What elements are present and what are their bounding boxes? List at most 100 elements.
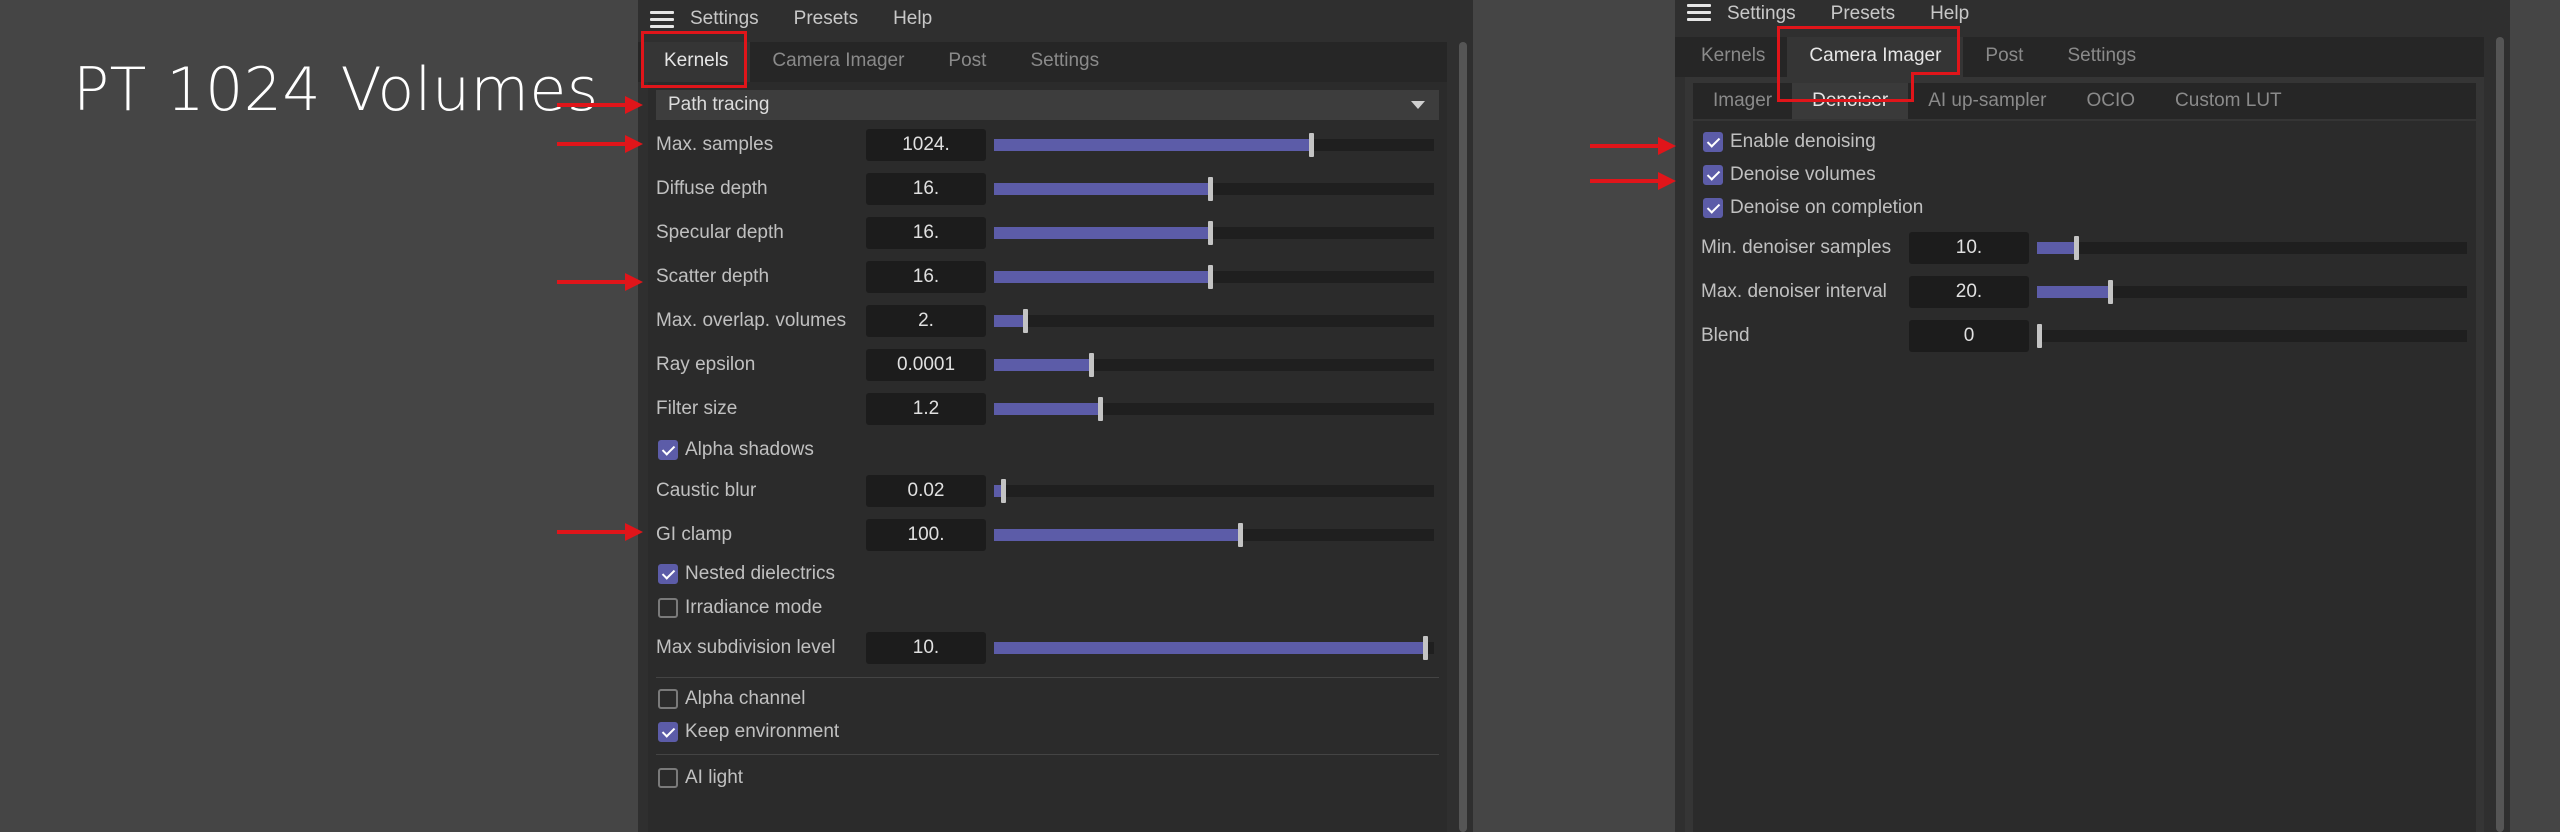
denoise-on-completion-row[interactable]: Denoise on completion — [1693, 191, 2476, 224]
blend-slider[interactable] — [2037, 324, 2467, 348]
specular-depth-slider[interactable] — [994, 221, 1434, 245]
caustic-blur-label: Caustic blur — [656, 480, 757, 501]
keep-environment-row[interactable]: Keep environment — [648, 715, 1447, 748]
nested-dielectrics-checkbox[interactable] — [658, 564, 678, 584]
min-denoiser-samples-value-field[interactable]: 10. — [1909, 232, 2029, 264]
render-settings-panel-camera-imager: Settings Presets Help Kernels Camera Ima… — [1675, 0, 2510, 832]
slider-fill — [2037, 242, 2076, 254]
filter-size-value-field[interactable]: 1.2 — [866, 393, 986, 425]
max-denoiser-interval-value-field[interactable]: 20. — [1909, 276, 2029, 308]
denoise-volumes-row[interactable]: Denoise volumes — [1693, 158, 2476, 191]
subtab-custom-lut[interactable]: Custom LUT — [2155, 83, 2302, 119]
keep-environment-label: Keep environment — [685, 720, 840, 742]
hamburger-menu-icon[interactable] — [650, 9, 674, 29]
slider-handle[interactable] — [1309, 133, 1314, 157]
gi-clamp-value-field[interactable]: 100. — [866, 519, 986, 551]
menu-settings[interactable]: Settings — [1727, 3, 1796, 25]
slider-fill — [994, 403, 1100, 415]
irradiance-mode-row[interactable]: Irradiance mode — [648, 591, 1447, 625]
menu-presets[interactable]: Presets — [794, 8, 858, 30]
menu-bar: Settings Presets Help — [1675, 0, 2510, 28]
specular-depth-label: Specular depth — [656, 222, 784, 243]
max-samples-slider[interactable] — [994, 133, 1434, 157]
tab-settings[interactable]: Settings — [1008, 42, 1121, 82]
slider-handle[interactable] — [1238, 523, 1243, 547]
diffuse-depth-slider[interactable] — [994, 177, 1434, 201]
denoise-on-completion-checkbox[interactable] — [1703, 197, 1723, 218]
overlay-title: PT 1024 Volumes — [73, 55, 599, 125]
enable-denoising-checkbox[interactable] — [1703, 131, 1723, 152]
scatter-depth-row: Scatter depth 16. — [648, 255, 1447, 299]
slider-handle[interactable] — [1423, 636, 1428, 660]
slider-handle[interactable] — [1208, 177, 1213, 201]
max-samples-label: Max. samples — [656, 134, 774, 155]
tab-post[interactable]: Post — [926, 42, 1008, 82]
hamburger-menu-icon[interactable] — [1687, 2, 1711, 22]
filter-size-row: Filter size 1.2 — [648, 387, 1447, 431]
max-samples-value-field[interactable]: 1024. — [866, 129, 986, 161]
tab-settings[interactable]: Settings — [2045, 37, 2158, 77]
ai-light-row[interactable]: AI light — [648, 761, 1447, 795]
tab-post[interactable]: Post — [1963, 37, 2045, 77]
max-overlap-volumes-slider[interactable] — [994, 309, 1434, 333]
nested-dielectrics-label: Nested dielectrics — [685, 563, 835, 584]
slider-handle[interactable] — [1208, 221, 1213, 245]
alpha-shadows-checkbox[interactable] — [658, 440, 678, 460]
menu-settings[interactable]: Settings — [690, 8, 759, 30]
caustic-blur-value-field[interactable]: 0.02 — [866, 475, 986, 507]
slider-handle[interactable] — [2108, 280, 2113, 304]
max-denoiser-interval-slider[interactable] — [2037, 280, 2467, 304]
subtab-ocio[interactable]: OCIO — [2066, 83, 2155, 119]
min-denoiser-samples-slider[interactable] — [2037, 236, 2467, 260]
scrollbar[interactable] — [2496, 37, 2504, 832]
annotation-arrow — [557, 96, 643, 114]
scrollbar[interactable] — [1459, 42, 1467, 832]
slider-handle[interactable] — [2037, 324, 2042, 348]
slider-handle[interactable] — [1023, 309, 1028, 333]
diffuse-depth-row: Diffuse depth 16. — [648, 167, 1447, 211]
menu-help[interactable]: Help — [1930, 3, 1969, 25]
kernel-type-dropdown[interactable]: Path tracing — [656, 90, 1439, 120]
alpha-channel-checkbox[interactable] — [658, 688, 678, 709]
keep-environment-checkbox[interactable] — [658, 721, 678, 742]
scatter-depth-slider[interactable] — [994, 265, 1434, 289]
denoise-volumes-checkbox[interactable] — [1703, 164, 1723, 185]
menu-presets[interactable]: Presets — [1831, 3, 1895, 25]
slider-handle[interactable] — [1089, 353, 1094, 377]
max-subdivision-level-slider[interactable] — [994, 636, 1434, 660]
highlight-camera-imager-tab — [1777, 99, 1914, 102]
alpha-shadows-row[interactable]: Alpha shadows — [648, 431, 1447, 469]
slider-handle[interactable] — [1208, 265, 1213, 289]
ray-epsilon-value-field[interactable]: 0.0001 — [866, 349, 986, 381]
max-overlap-volumes-value-field[interactable]: 2. — [866, 305, 986, 337]
menu-help[interactable]: Help — [893, 8, 932, 30]
slider-fill — [994, 139, 1311, 151]
ray-epsilon-slider[interactable] — [994, 353, 1434, 377]
irradiance-mode-checkbox[interactable] — [658, 598, 678, 618]
enable-denoising-row[interactable]: Enable denoising — [1693, 125, 2476, 158]
alpha-channel-row[interactable]: Alpha channel — [648, 682, 1447, 715]
alpha-shadows-label: Alpha shadows — [685, 439, 814, 460]
ai-light-checkbox[interactable] — [658, 768, 678, 788]
tab-camera-imager[interactable]: Camera Imager — [750, 42, 926, 82]
slider-fill — [2037, 286, 2110, 298]
nested-dielectrics-row[interactable]: Nested dielectrics — [648, 557, 1447, 591]
menu-bar: Settings Presets Help — [638, 0, 1473, 38]
blend-value-field[interactable]: 0 — [1909, 320, 2029, 352]
slider-handle[interactable] — [1098, 397, 1103, 421]
subtab-ai-up-sampler[interactable]: AI up-sampler — [1908, 83, 2066, 119]
filter-size-slider[interactable] — [994, 397, 1434, 421]
scatter-depth-value-field[interactable]: 16. — [866, 261, 986, 293]
slider-handle[interactable] — [1001, 479, 1006, 503]
irradiance-mode-label: Irradiance mode — [685, 597, 823, 618]
diffuse-depth-value-field[interactable]: 16. — [866, 173, 986, 205]
tab-kernels[interactable]: Kernels — [1679, 37, 1787, 77]
max-subdivision-level-value-field[interactable]: 10. — [866, 632, 986, 664]
gi-clamp-slider[interactable] — [994, 523, 1434, 547]
slider-handle[interactable] — [2074, 236, 2079, 260]
chevron-down-icon — [1411, 101, 1425, 109]
highlight-camera-imager-tab — [1911, 72, 1960, 75]
caustic-blur-slider[interactable] — [994, 479, 1434, 503]
specular-depth-value-field[interactable]: 16. — [866, 217, 986, 249]
min-denoiser-samples-row: Min. denoiser samples 10. — [1693, 226, 2476, 270]
